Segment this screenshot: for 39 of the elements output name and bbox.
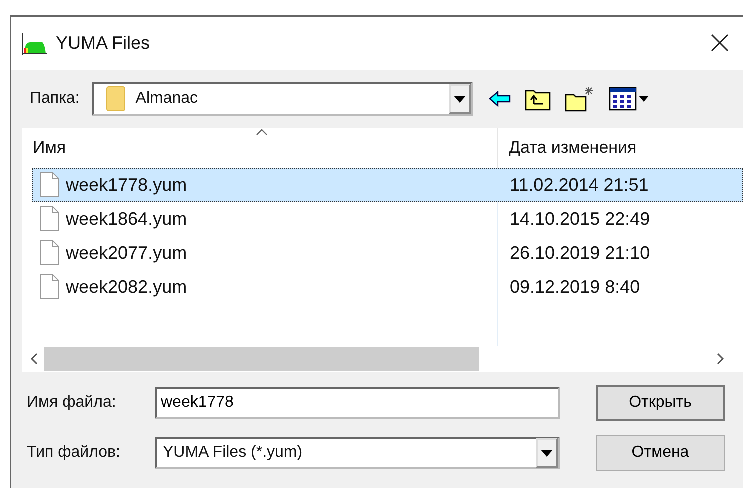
file-name: week1864.yum — [66, 208, 188, 231]
filename-label: Имя файла: — [27, 393, 118, 413]
file-name: week2077.yum — [66, 242, 188, 265]
open-button[interactable]: Открыть — [596, 385, 725, 421]
folder-label: Папка: — [30, 89, 80, 109]
file-date: 26.10.2019 21:10 — [509, 242, 650, 264]
column-header[interactable]: Дата изменения — [497, 135, 637, 161]
caret-icon — [541, 450, 553, 456]
caret-icon — [454, 96, 466, 102]
folder-icon — [106, 86, 126, 112]
cancel-button[interactable]: Отмена — [596, 435, 725, 471]
file-icon — [40, 274, 60, 300]
folder-dropdown[interactable]: Almanac — [92, 82, 473, 116]
file-date: 09.12.2019 8:40 — [509, 276, 640, 298]
filetype-value: YUMA Files (*.yum) — [162, 443, 303, 463]
file-icon — [40, 172, 60, 198]
file-icon — [40, 206, 60, 232]
app-icon — [22, 32, 48, 54]
view-menu-icon[interactable] — [608, 87, 651, 111]
file-row[interactable]: week2077.yum 26.10.2019 21:10 — [32, 236, 743, 270]
file-icon — [40, 240, 60, 266]
window-title: YUMA Files — [56, 32, 150, 55]
new-folder-icon[interactable] — [564, 86, 595, 112]
file-row[interactable]: week2082.yum 09.12.2019 8:40 — [32, 270, 743, 304]
filetype-dropdown[interactable]: YUMA Files (*.yum) — [155, 437, 560, 469]
file-date: 11.02.2014 21:51 — [509, 174, 649, 196]
dropdown-button[interactable] — [536, 438, 558, 468]
filetype-label: Тип файлов: — [27, 443, 122, 463]
file-row[interactable]: week1778.yum 11.02.2014 21:51 — [32, 168, 743, 202]
column-header[interactable]: Имя — [22, 135, 497, 161]
filename-field[interactable]: week1778 — [155, 387, 560, 419]
back-arrow-icon[interactable] — [488, 91, 511, 107]
file-name: week1778.yum — [66, 174, 188, 197]
scrollbar-thumb[interactable] — [44, 347, 479, 371]
dropdown-button[interactable] — [448, 84, 471, 114]
folder-name: Almanac — [136, 89, 198, 109]
file-date: 14.10.2015 22:49 — [509, 208, 650, 230]
file-row[interactable]: week1864.yum 14.10.2015 22:49 — [32, 202, 743, 236]
file-name: week2082.yum — [66, 276, 188, 299]
